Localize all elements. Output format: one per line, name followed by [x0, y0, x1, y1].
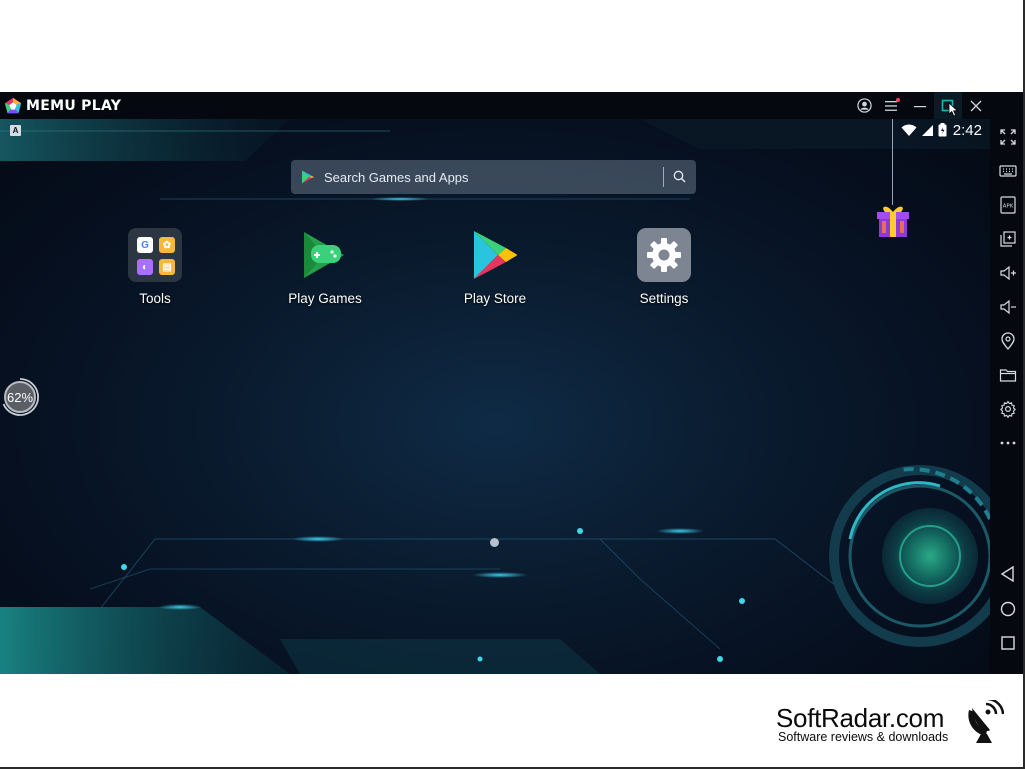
fullscreen-button[interactable] — [990, 122, 1025, 152]
volume-up-button[interactable] — [990, 258, 1025, 288]
memu-logo-icon — [4, 97, 22, 113]
keyboard-button[interactable] — [990, 156, 1025, 186]
app-name: MEMU PLAY — [26, 97, 122, 114]
search-icon[interactable] — [672, 169, 688, 185]
settings-gear-icon — [636, 227, 692, 283]
apk-icon: APK — [999, 196, 1016, 214]
keyboard-indicator: A — [10, 125, 21, 136]
account-icon[interactable] — [850, 92, 878, 119]
apk-install-button[interactable]: APK — [990, 190, 1025, 220]
search-divider — [663, 167, 664, 187]
back-button[interactable] — [990, 559, 1025, 589]
cpu-usage-indicator[interactable]: 62% — [4, 381, 36, 413]
title-bar: MEMU PLAY — [0, 92, 1025, 119]
app-label: Tools — [139, 291, 171, 306]
battery-icon — [938, 123, 947, 137]
more-icon — [1000, 441, 1015, 445]
minimize-button[interactable] — [906, 92, 934, 119]
volume-down-button[interactable] — [990, 292, 1025, 322]
apk-label: APK — [1002, 204, 1013, 210]
memu-emulator-window: MEMU PLAY A 2:42 Search Games and Apps G… — [0, 92, 1025, 674]
multi-window-button[interactable] — [990, 224, 1025, 254]
app-settings[interactable]: Settings — [609, 227, 719, 306]
settings-icon — [999, 400, 1016, 418]
search-input[interactable]: Search Games and Apps — [324, 170, 469, 185]
page: MEMU PLAY A 2:42 Search Games and Apps G… — [0, 0, 1025, 769]
gift-box-icon[interactable] — [876, 203, 910, 239]
tech-background-decoration — [0, 119, 990, 674]
volume-down-icon — [999, 299, 1016, 315]
folder-icon — [999, 369, 1016, 382]
gift-string — [892, 119, 893, 205]
app-label: Play Games — [288, 291, 362, 306]
app-play-games[interactable]: Play Games — [270, 227, 380, 306]
menu-icon[interactable] — [878, 92, 906, 119]
memu-logo: MEMU PLAY — [4, 92, 121, 119]
app-play-store[interactable]: Play Store — [440, 227, 550, 306]
android-home-screen: A 2:42 Search Games and Apps G ✿ ◐ ▤ Too… — [0, 119, 990, 674]
folder-button[interactable] — [990, 360, 1025, 390]
app-label: Settings — [639, 291, 689, 306]
back-icon — [1000, 565, 1014, 583]
location-icon — [1000, 332, 1015, 350]
status-bar: 2:42 — [901, 119, 982, 141]
home-button[interactable] — [990, 594, 1025, 624]
maximize-button[interactable] — [934, 92, 962, 119]
recents-icon — [1000, 636, 1015, 650]
multi-window-icon — [999, 231, 1016, 247]
satellite-dish-icon — [968, 700, 1004, 743]
settings-button[interactable] — [990, 394, 1025, 424]
keyboard-icon — [998, 165, 1017, 177]
fullscreen-icon — [999, 129, 1016, 145]
home-icon — [1000, 601, 1015, 617]
page-indicator-dot — [490, 538, 499, 547]
right-toolbar: APK — [990, 92, 1025, 674]
app-tools[interactable]: G ✿ ◐ ▤ Tools — [100, 227, 210, 306]
play-store-small-icon — [302, 170, 314, 184]
recents-button[interactable] — [990, 628, 1025, 658]
tools-folder-icon: G ✿ ◐ ▤ — [127, 227, 183, 283]
search-bar[interactable]: Search Games and Apps — [291, 160, 696, 194]
play-store-icon — [467, 227, 523, 283]
location-button[interactable] — [990, 326, 1025, 356]
close-button[interactable] — [962, 92, 990, 119]
play-games-icon — [297, 227, 353, 283]
cell-signal-icon — [921, 124, 933, 136]
softradar-watermark: SoftRadar.com Software reviews & downloa… — [776, 700, 1008, 748]
mouse-cursor-icon — [948, 102, 959, 117]
watermark-subtitle: Software reviews & downloads — [778, 730, 949, 744]
wifi-icon — [901, 124, 917, 136]
more-button[interactable] — [990, 428, 1025, 458]
volume-up-icon — [999, 265, 1016, 281]
app-label: Play Store — [463, 291, 527, 306]
notification-dot — [896, 98, 900, 102]
clock: 2:42 — [952, 121, 982, 139]
